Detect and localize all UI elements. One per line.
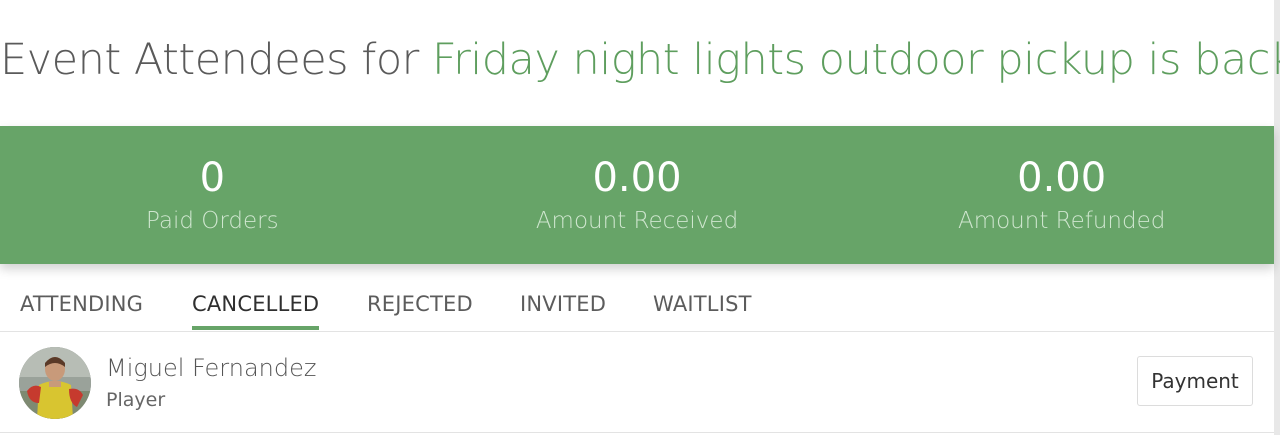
stat-value: 0.00 <box>592 155 682 201</box>
page-title: Event Attendees for Friday night lights … <box>0 34 1280 86</box>
attendee-row: Miguel Fernandez Player Payment <box>0 332 1274 433</box>
payment-button[interactable]: Payment <box>1137 356 1253 406</box>
stat-label: Amount Refunded <box>957 208 1166 234</box>
stat-value: 0.00 <box>1017 155 1107 201</box>
stat-amount-refunded: 0.00 Amount Refunded <box>849 126 1274 264</box>
stats-summary-band: 0 Paid Orders 0.00 Amount Received 0.00 … <box>0 126 1274 264</box>
tab-attending[interactable]: ATTENDING <box>20 291 143 326</box>
stat-amount-received: 0.00 Amount Received <box>425 126 850 264</box>
tab-invited[interactable]: INVITED <box>520 291 606 326</box>
attendee-name[interactable]: Miguel Fernandez <box>106 353 316 383</box>
avatar-photo <box>19 347 91 419</box>
avatar[interactable] <box>19 347 91 419</box>
tab-rejected[interactable]: REJECTED <box>367 291 473 326</box>
attendee-role: Player <box>106 389 166 411</box>
event-name-link[interactable]: Friday night lights outdoor pickup is ba… <box>432 35 1280 85</box>
tab-cancelled[interactable]: CANCELLED <box>192 291 320 330</box>
stat-label: Amount Received <box>535 208 739 234</box>
attendee-status-tabs: ATTENDING CANCELLED REJECTED INVITED WAI… <box>0 264 1274 332</box>
title-prefix: Event Attendees for <box>0 35 419 85</box>
stat-paid-orders: 0 Paid Orders <box>0 126 425 264</box>
tab-waitlist[interactable]: WAITLIST <box>653 291 752 326</box>
stat-label: Paid Orders <box>146 208 279 234</box>
stat-value: 0 <box>199 155 226 201</box>
